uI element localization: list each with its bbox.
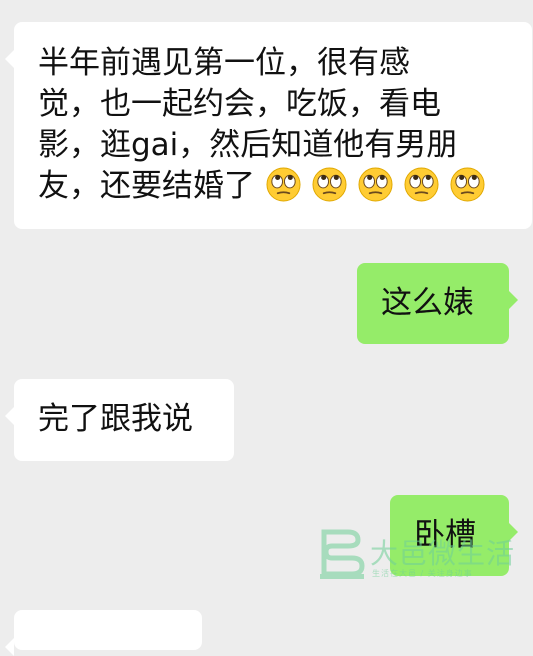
message-line-4: 友，还要结婚了 xyxy=(38,166,532,207)
message-line-1: 半年前遇见第一位，很有感 xyxy=(38,45,410,81)
message-text: 这么婊 xyxy=(381,285,474,321)
message-text: 完了跟我说 xyxy=(38,401,193,437)
face-with-rolling-eyes-icon xyxy=(266,167,301,202)
emoji-row xyxy=(255,167,485,204)
watermark: 大邑微生活 生活在大邑 / 关注身边事 xyxy=(318,528,518,584)
face-with-rolling-eyes-icon xyxy=(450,167,485,202)
watermark-subtitle: 生活在大邑 / 关注身边事 xyxy=(372,569,473,578)
message-line-4-text: 友，还要结婚了 xyxy=(38,168,255,204)
watermark-title: 大邑微生活 xyxy=(370,537,516,570)
face-with-rolling-eyes-icon xyxy=(312,167,347,202)
message-line-3: 影，逛gai，然后知道他有男朋 xyxy=(38,127,458,163)
message-bubble-outgoing-1[interactable]: 这么婊 xyxy=(357,263,518,344)
face-with-rolling-eyes-icon xyxy=(358,167,393,202)
face-with-rolling-eyes-icon xyxy=(404,167,439,202)
message-bubble-incoming-partial[interactable] xyxy=(5,610,202,656)
message-bubble-incoming-1[interactable]: 半年前遇见第一位，很有感 觉，也一起约会，吃饭，看电 影，逛gai，然后知道他有… xyxy=(5,22,532,229)
message-line-2: 觉，也一起约会，吃饭，看电 xyxy=(38,86,441,122)
message-bubble-incoming-2[interactable]: 完了跟我说 xyxy=(5,379,234,461)
watermark-logo-icon xyxy=(320,529,365,579)
